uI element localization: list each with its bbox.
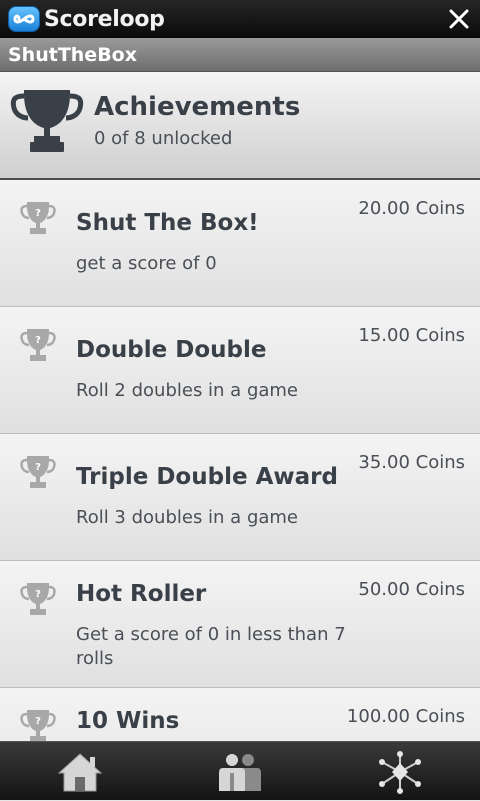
achievements-list[interactable]: ? Shut The Box! get a score of 0 20.00 C… (0, 180, 480, 741)
home-icon (57, 752, 103, 791)
nav-home-button[interactable] (0, 742, 160, 801)
achievement-description: Roll 2 doubles in a game (76, 380, 299, 401)
brand: Scoreloop (8, 6, 165, 32)
nav-more-button[interactable] (320, 742, 480, 801)
nav-friends-button[interactable] (160, 742, 320, 801)
achievement-reward: 35.00 Coins (358, 452, 465, 473)
bottom-nav (0, 741, 480, 800)
top-bar: Scoreloop (0, 0, 480, 38)
svg-text:?: ? (35, 208, 41, 219)
achievement-item[interactable]: ? Hot Roller Get a score of 0 in less th… (0, 561, 480, 688)
achievement-item[interactable]: ? Shut The Box! get a score of 0 20.00 C… (0, 180, 480, 307)
scoreloop-logo-icon (8, 6, 40, 32)
achievement-item[interactable]: ? 10 Wins 100.00 Coins (0, 688, 480, 741)
game-title: ShutTheBox (8, 43, 137, 66)
svg-text:?: ? (35, 589, 41, 600)
achievement-title: Double Double (76, 337, 267, 363)
unlocked-count: 0 of 8 unlocked (94, 128, 233, 149)
locked-trophy-icon: ? (20, 583, 56, 615)
achievements-header: Achievements 0 of 8 unlocked (0, 72, 480, 180)
achievement-title: Triple Double Award (76, 464, 338, 490)
brand-name: Scoreloop (44, 6, 165, 32)
friends-icon (219, 753, 261, 791)
achievement-description: get a score of 0 (76, 253, 217, 274)
achievement-item[interactable]: ? Double Double Roll 2 doubles in a game… (0, 307, 480, 434)
achievement-title: Hot Roller (76, 581, 207, 607)
achievement-title: Shut The Box! (76, 210, 259, 236)
game-title-bar: ShutTheBox (0, 38, 480, 72)
network-icon (379, 750, 421, 794)
achievement-item[interactable]: ? Triple Double Award Roll 3 doubles in … (0, 434, 480, 561)
achievement-description: Get a score of 0 in less than 7 rolls (76, 624, 346, 669)
svg-text:?: ? (35, 716, 41, 727)
achievement-reward: 50.00 Coins (358, 579, 465, 600)
locked-trophy-icon: ? (20, 710, 56, 741)
close-icon (449, 9, 469, 29)
svg-text:?: ? (35, 462, 41, 473)
achievement-reward: 15.00 Coins (358, 325, 465, 346)
close-button[interactable] (444, 4, 474, 34)
achievement-reward: 20.00 Coins (358, 198, 465, 219)
page-title: Achievements (94, 92, 301, 122)
achievement-title: 10 Wins (76, 708, 180, 734)
achievement-reward: 100.00 Coins (346, 706, 465, 727)
locked-trophy-icon: ? (20, 456, 56, 488)
achievement-description: Roll 3 doubles in a game (76, 507, 299, 528)
trophy-icon (10, 90, 84, 152)
locked-trophy-icon: ? (20, 329, 56, 361)
locked-trophy-icon: ? (20, 202, 56, 234)
svg-text:?: ? (35, 335, 41, 346)
